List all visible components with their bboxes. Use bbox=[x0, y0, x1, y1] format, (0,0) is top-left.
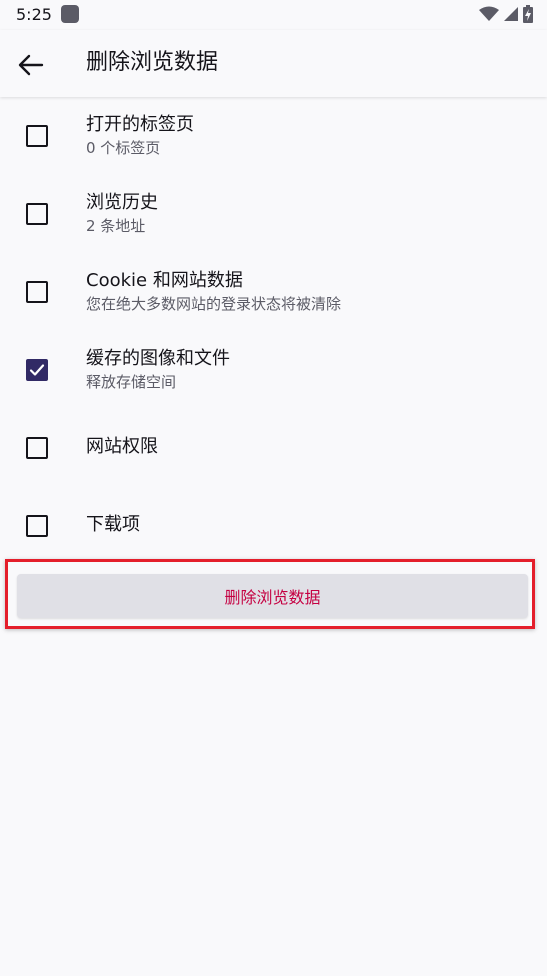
battery-charging-icon bbox=[523, 5, 533, 23]
arrow-left-icon bbox=[18, 54, 44, 76]
checkmark-icon bbox=[29, 364, 45, 376]
wifi-icon bbox=[479, 6, 499, 21]
option-cookies[interactable]: Cookie 和网站数据 您在绝大多数网站的登录状态将被清除 bbox=[0, 253, 547, 331]
checkbox-cookies[interactable] bbox=[26, 281, 48, 303]
signal-icon bbox=[504, 7, 518, 21]
option-text: Cookie 和网站数据 您在绝大多数网站的登录状态将被清除 bbox=[86, 269, 341, 314]
options-list: 打开的标签页 0 个标签页 浏览历史 2 条地址 Cookie 和网站数据 您在… bbox=[0, 97, 547, 565]
status-time: 5:25 bbox=[16, 5, 52, 24]
option-title: 浏览历史 bbox=[86, 192, 158, 213]
option-title: 网站权限 bbox=[86, 436, 158, 457]
option-title: Cookie 和网站数据 bbox=[86, 270, 243, 291]
status-bar: 5:25 bbox=[0, 0, 547, 30]
option-text: 缓存的图像和文件 释放存储空间 bbox=[86, 347, 230, 392]
option-title: 下载项 bbox=[86, 514, 140, 535]
checkbox-site-permissions[interactable] bbox=[26, 437, 48, 459]
page-title: 删除浏览数据 bbox=[86, 50, 219, 75]
option-text: 浏览历史 2 条地址 bbox=[86, 191, 158, 236]
delete-button-label: 删除浏览数据 bbox=[224, 588, 321, 607]
checkbox-downloads[interactable] bbox=[26, 515, 48, 537]
checkbox-open-tabs[interactable] bbox=[26, 125, 48, 147]
option-subtitle: 0 个标签页 bbox=[86, 139, 161, 157]
option-subtitle: 2 条地址 bbox=[86, 217, 146, 235]
status-icons bbox=[479, 5, 533, 23]
option-downloads[interactable]: 下载项 bbox=[0, 487, 547, 565]
option-subtitle: 释放存储空间 bbox=[86, 373, 177, 391]
back-button[interactable] bbox=[16, 50, 46, 80]
option-cached-images[interactable]: 缓存的图像和文件 释放存储空间 bbox=[0, 331, 547, 409]
option-subtitle: 您在绝大多数网站的登录状态将被清除 bbox=[86, 295, 342, 313]
app-notification-icon bbox=[61, 5, 79, 23]
option-text: 网站权限 bbox=[86, 435, 158, 459]
checkbox-cached-images[interactable] bbox=[26, 359, 48, 381]
option-browsing-history[interactable]: 浏览历史 2 条地址 bbox=[0, 175, 547, 253]
app-bar: 删除浏览数据 bbox=[0, 30, 547, 97]
option-site-permissions[interactable]: 网站权限 bbox=[0, 409, 547, 487]
checkbox-browsing-history[interactable] bbox=[26, 203, 48, 225]
option-text: 打开的标签页 0 个标签页 bbox=[86, 113, 194, 158]
option-text: 下载项 bbox=[86, 513, 140, 537]
option-open-tabs[interactable]: 打开的标签页 0 个标签页 bbox=[0, 97, 547, 175]
delete-browsing-data-button[interactable]: 删除浏览数据 bbox=[17, 574, 528, 618]
option-title: 缓存的图像和文件 bbox=[86, 348, 230, 369]
option-title: 打开的标签页 bbox=[86, 114, 194, 135]
